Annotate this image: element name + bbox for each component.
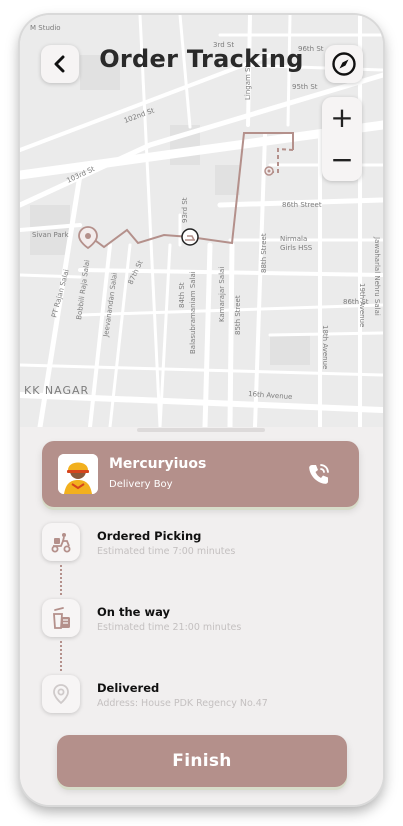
map-label: 93rd St [181,197,189,223]
phone-frame: M Studio 3rd St 96th St 95th St Lingam S… [20,15,383,805]
food-bag-icon [53,607,70,629]
compass-icon [332,52,356,76]
step-icon-ordered [42,523,80,561]
driver-name: Mercuryiuos [109,456,207,472]
chevron-left-icon [54,55,65,73]
map-label: 86th Street [282,201,322,209]
zoom-control: + − [322,97,362,181]
driver-role: Delivery Boy [109,479,173,490]
back-button[interactable] [41,45,79,83]
phone-call-icon[interactable] [306,461,332,487]
step-icon-delivered [42,675,80,713]
location-pin-icon [53,684,69,705]
avatar [58,454,98,494]
map-label: M Studio [30,24,61,32]
step-subtitle: Estimated time 7:00 minutes [97,546,236,557]
map-label: 86th St [343,298,369,306]
compass-button[interactable] [325,45,363,83]
step-title: Ordered Picking [97,529,202,543]
map-label: KK NAGAR [24,384,89,397]
map-label: Nirmala [280,235,307,243]
map-label: Girls HSS [280,244,313,252]
finish-button[interactable]: Finish [57,735,347,787]
step-subtitle: Address: House PDK Regency No.47 [97,698,268,709]
page-title: Order Tracking [99,45,304,73]
map-label: 85th Street [234,295,242,335]
map-label: Jawaharlal Nehru Salai [373,236,381,316]
scooter-icon [51,533,71,553]
sheet-handle[interactable] [137,428,265,432]
step-connector [60,565,64,595]
step-title: Delivered [97,681,160,695]
step-subtitle: Estimated time 21:00 minutes [97,622,242,633]
step-connector [60,641,64,671]
driver-card[interactable]: Mercuryiuos Delivery Boy [42,441,359,507]
map-label: 95th St [292,83,318,91]
map-label: 84th St [178,282,186,308]
zoom-out-button[interactable]: − [322,139,362,181]
map-label: 88th Street [260,233,268,273]
map-label: Kamarajar Salai [218,267,226,322]
step-icon-on-the-way [42,599,80,637]
map-label: Balasubramaniam Salai [189,271,197,354]
map-label: Sivan Park [32,231,70,239]
step-title: On the way [97,605,170,619]
map-label: 18th Avenue [321,325,329,369]
zoom-in-button[interactable]: + [322,97,362,139]
